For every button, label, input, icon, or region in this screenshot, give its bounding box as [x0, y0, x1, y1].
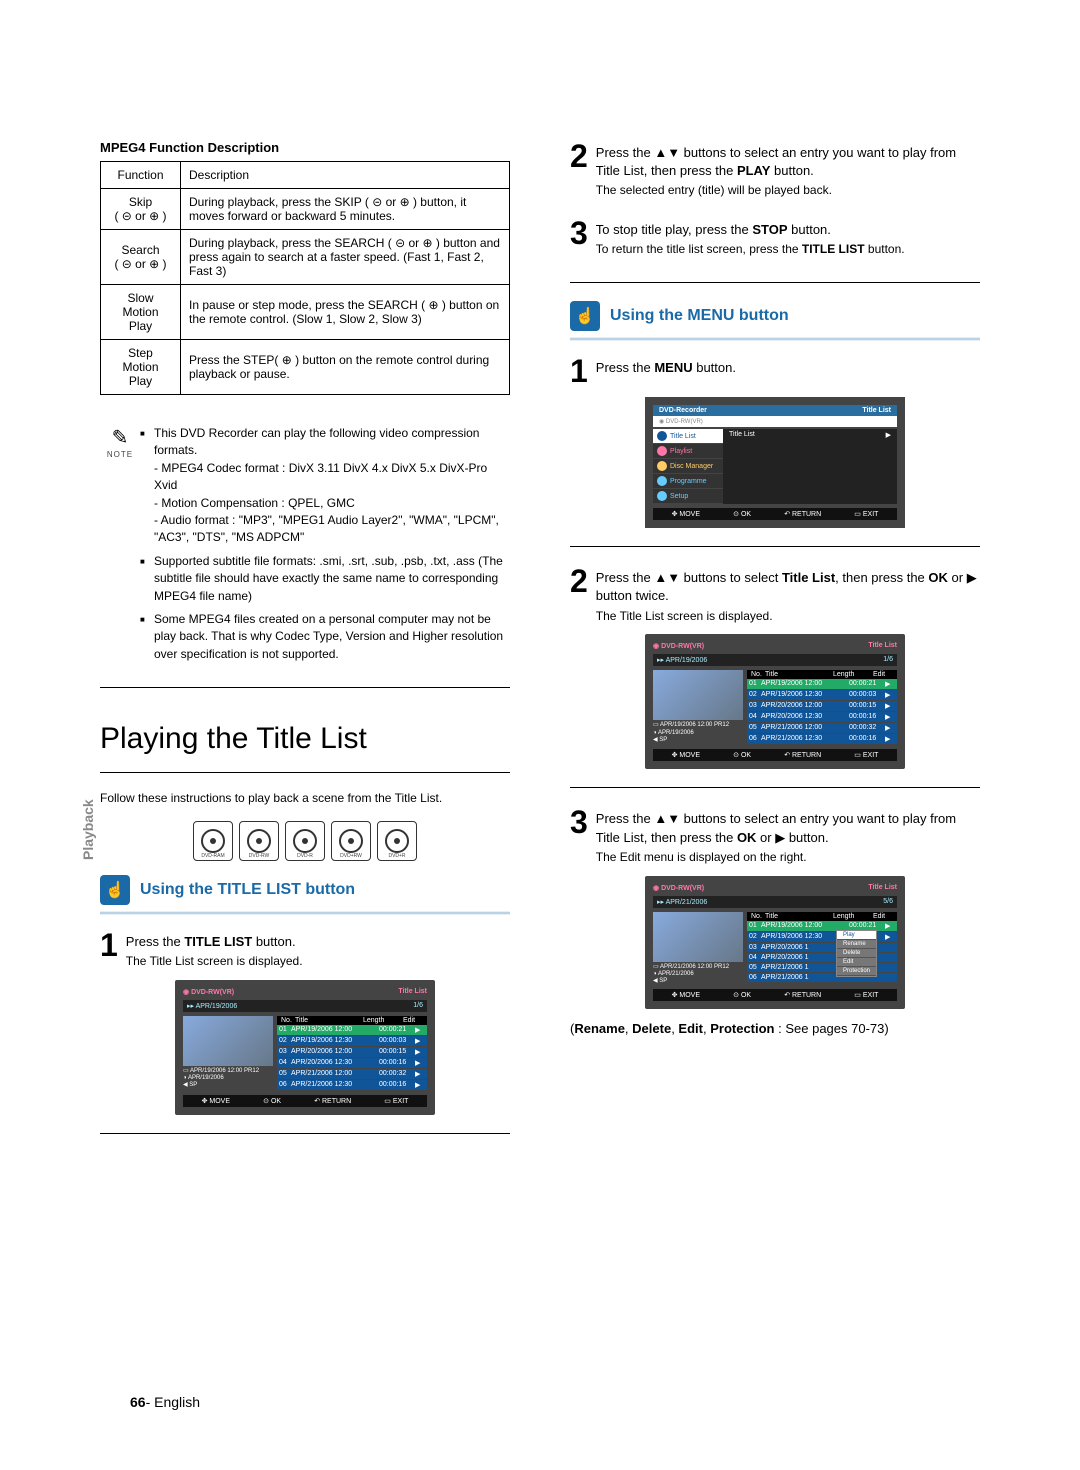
desc-skip: During playback, press the SKIP ( ⊝ or ⊕… [181, 189, 510, 230]
step-m3: 3 Press the ▲▼ buttons to select an entr… [570, 806, 980, 865]
hand-icon: ☝ [570, 301, 600, 331]
disc-dvd-ram: DVD-RAM [193, 821, 233, 861]
section-menu: ☝ Using the MENU button [570, 301, 980, 331]
th-description: Description [181, 162, 510, 189]
fn-slow: Slow MotionPlay [101, 285, 181, 340]
note-body: This DVD Recorder can play the following… [140, 425, 510, 669]
fn-search: Search( ⊝ or ⊕ ) [101, 230, 181, 285]
disc-dvd-plus-r: DVD+R [377, 821, 417, 861]
step-m1: 1 Press the MENU button. [570, 355, 980, 387]
fn-step: Step MotionPlay [101, 340, 181, 395]
osd-title-list-1: ◉ DVD-RW(VR)Title List ▸▸ APR/19/20061/6… [175, 980, 435, 1115]
left-column: MPEG4 Function Description Function Desc… [100, 140, 510, 1152]
disc-icons: DVD-RAM DVD-RW DVD-R DVD+RW DVD+R [100, 821, 510, 861]
intro-text: Follow these instructions to play back a… [100, 791, 510, 805]
page-title: Playing the Title List [100, 706, 510, 772]
disc-dvd-rw: DVD-RW [239, 821, 279, 861]
right-column: 2 Press the ▲▼ buttons to select an entr… [570, 140, 980, 1152]
step-1-left: 1 Press the TITLE LIST button. The Title… [100, 929, 510, 970]
osd-title-list-3: ◉ DVD-RW(VR)Title List ▸▸ APR/21/20065/6… [645, 876, 905, 1010]
rename-note: (Rename, Delete, Edit, Protection : See … [570, 1021, 980, 1036]
sidebar-section-label: Playback [80, 799, 96, 860]
step-3-right: 3 To stop title play, press the STOP but… [570, 217, 980, 258]
step-m2: 2 Press the ▲▼ buttons to select Title L… [570, 565, 980, 624]
note-icon: ✎NOTE [100, 425, 140, 459]
desc-step: Press the STEP( ⊕ ) button on the remote… [181, 340, 510, 395]
page-footer: 66- English [130, 1394, 200, 1410]
function-table: Function Description Skip( ⊝ or ⊕ ) Duri… [100, 161, 510, 395]
disc-dvd-plus-rw: DVD+RW [331, 821, 371, 861]
section-title-list: ☝ Using the TITLE LIST button [100, 875, 510, 905]
table-caption: MPEG4 Function Description [100, 140, 510, 155]
desc-search: During playback, press the SEARCH ( ⊝ or… [181, 230, 510, 285]
th-function: Function [101, 162, 181, 189]
hand-icon: ☝ [100, 875, 130, 905]
osd-context-menu: Play Rename Delete Edit Protection [836, 930, 877, 977]
desc-slow: In pause or step mode, press the SEARCH … [181, 285, 510, 340]
osd-title-list-2: ◉ DVD-RW(VR)Title List ▸▸ APR/19/20061/6… [645, 634, 905, 769]
osd-main-menu: DVD-RecorderTitle List ◉ DVD-RW(VR) Titl… [645, 397, 905, 528]
step-2-right: 2 Press the ▲▼ buttons to select an entr… [570, 140, 980, 199]
disc-dvd-r: DVD-R [285, 821, 325, 861]
fn-skip: Skip( ⊝ or ⊕ ) [101, 189, 181, 230]
